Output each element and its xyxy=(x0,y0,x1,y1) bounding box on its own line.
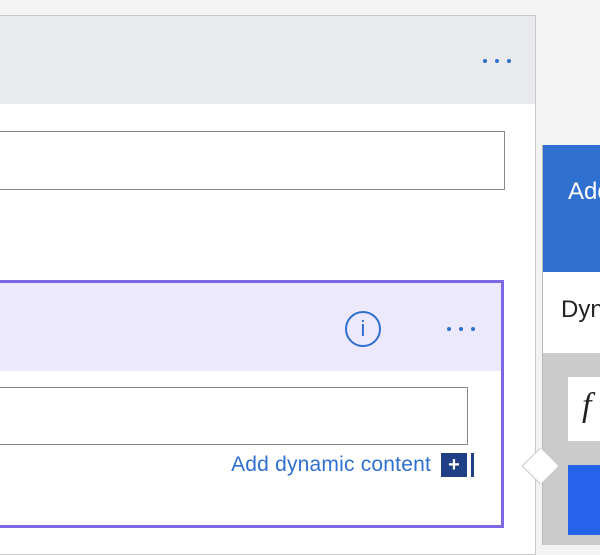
dynamic-content-flyout: Add dynamic content Dynamic content f xyxy=(542,145,600,545)
fx-icon: f xyxy=(582,387,592,424)
add-dynamic-content-label: Add dynamic content xyxy=(231,453,431,476)
selected-card-header[interactable]: i xyxy=(0,283,501,371)
flyout-header: Add dynamic content xyxy=(543,145,600,272)
add-dynamic-content-link[interactable]: Add dynamic content + xyxy=(231,453,474,477)
tab-dynamic-content[interactable]: Dynamic content xyxy=(561,296,600,324)
plus-icon[interactable]: + xyxy=(441,453,474,477)
flyout-title: Add dynamic content xyxy=(568,178,600,205)
selected-text-input[interactable] xyxy=(0,387,468,445)
flyout-action-button[interactable] xyxy=(568,465,600,535)
selected-action-card: i Add dynamic content + xyxy=(0,280,504,528)
flyout-tabs: Dynamic content xyxy=(543,272,600,353)
more-horizontal-icon[interactable] xyxy=(447,327,475,331)
info-icon[interactable]: i xyxy=(345,311,381,347)
outer-text-input[interactable] xyxy=(0,131,505,190)
outer-card-header[interactable] xyxy=(0,16,535,104)
more-horizontal-icon[interactable] xyxy=(483,59,511,63)
expression-input[interactable]: f xyxy=(568,377,600,441)
